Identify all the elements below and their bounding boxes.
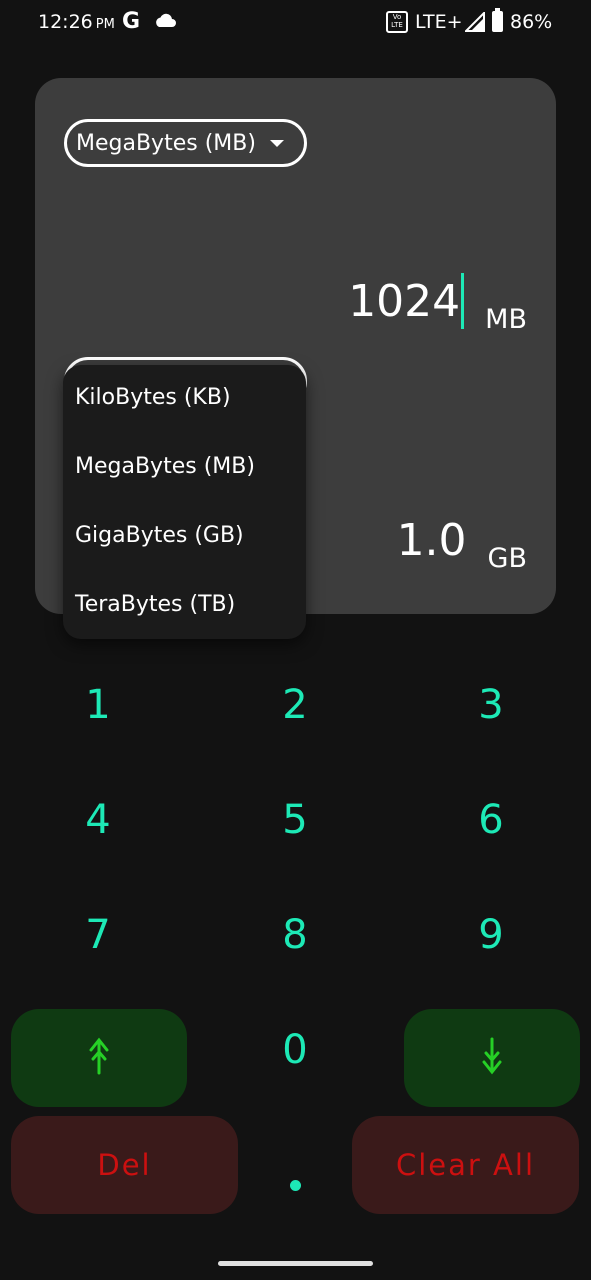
- network-type: LTE+: [415, 11, 463, 33]
- key-6[interactable]: 6: [431, 790, 551, 850]
- dropdown-item-kb[interactable]: KiloBytes (KB): [75, 385, 231, 410]
- to-value: 1.0: [396, 515, 467, 566]
- from-unit-short: MB: [485, 304, 527, 335]
- dropdown-item-gb[interactable]: GigaBytes (GB): [75, 523, 244, 548]
- cloud-icon: [154, 12, 176, 32]
- to-value-row: 1.0 GB: [396, 514, 527, 574]
- arrow-up-icon: [89, 1037, 109, 1079]
- key-8[interactable]: 8: [235, 905, 355, 965]
- key-3[interactable]: 3: [431, 675, 551, 735]
- home-indicator[interactable]: [218, 1261, 373, 1266]
- key-7[interactable]: 7: [38, 905, 158, 965]
- key-1[interactable]: 1: [38, 675, 158, 735]
- clear-all-button[interactable]: Clear All: [352, 1116, 579, 1214]
- key-5[interactable]: 5: [235, 790, 355, 850]
- from-value-field[interactable]: 1024: [348, 273, 465, 329]
- dropdown-item-tb[interactable]: TeraBytes (TB): [75, 592, 235, 617]
- decimal-point-key[interactable]: [290, 1180, 301, 1191]
- from-value: 1024: [348, 276, 461, 327]
- status-bar: 12:26 PM G Vo LTE LTE+ 86%: [0, 0, 591, 44]
- key-4[interactable]: 4: [38, 790, 158, 850]
- volte-icon: Vo LTE: [386, 11, 408, 33]
- from-unit-dropdown[interactable]: MegaBytes (MB): [64, 119, 307, 167]
- from-value-row: 1024 MB: [348, 273, 527, 335]
- to-unit-short: GB: [487, 543, 527, 574]
- from-unit-label: MegaBytes (MB): [76, 130, 256, 156]
- google-icon: G: [122, 9, 141, 34]
- battery-percent: 86%: [510, 11, 553, 33]
- delete-button[interactable]: Del: [11, 1116, 238, 1214]
- caret-down-icon: [269, 139, 284, 147]
- arrow-down-icon: [482, 1037, 502, 1079]
- key-9[interactable]: 9: [431, 905, 551, 965]
- key-2[interactable]: 2: [235, 675, 355, 735]
- status-ampm: PM: [95, 17, 115, 32]
- dropdown-item-mb[interactable]: MegaBytes (MB): [75, 454, 255, 479]
- key-0[interactable]: 0: [235, 1020, 355, 1080]
- swap-down-button[interactable]: [404, 1009, 580, 1107]
- signal-icon: [463, 10, 485, 36]
- unit-dropdown-menu: KiloBytes (KB) MegaBytes (MB) GigaBytes …: [63, 365, 306, 639]
- swap-up-button[interactable]: [11, 1009, 187, 1107]
- status-time: 12:26 PM: [38, 11, 115, 33]
- text-cursor: [461, 273, 465, 329]
- battery-icon: [492, 8, 503, 32]
